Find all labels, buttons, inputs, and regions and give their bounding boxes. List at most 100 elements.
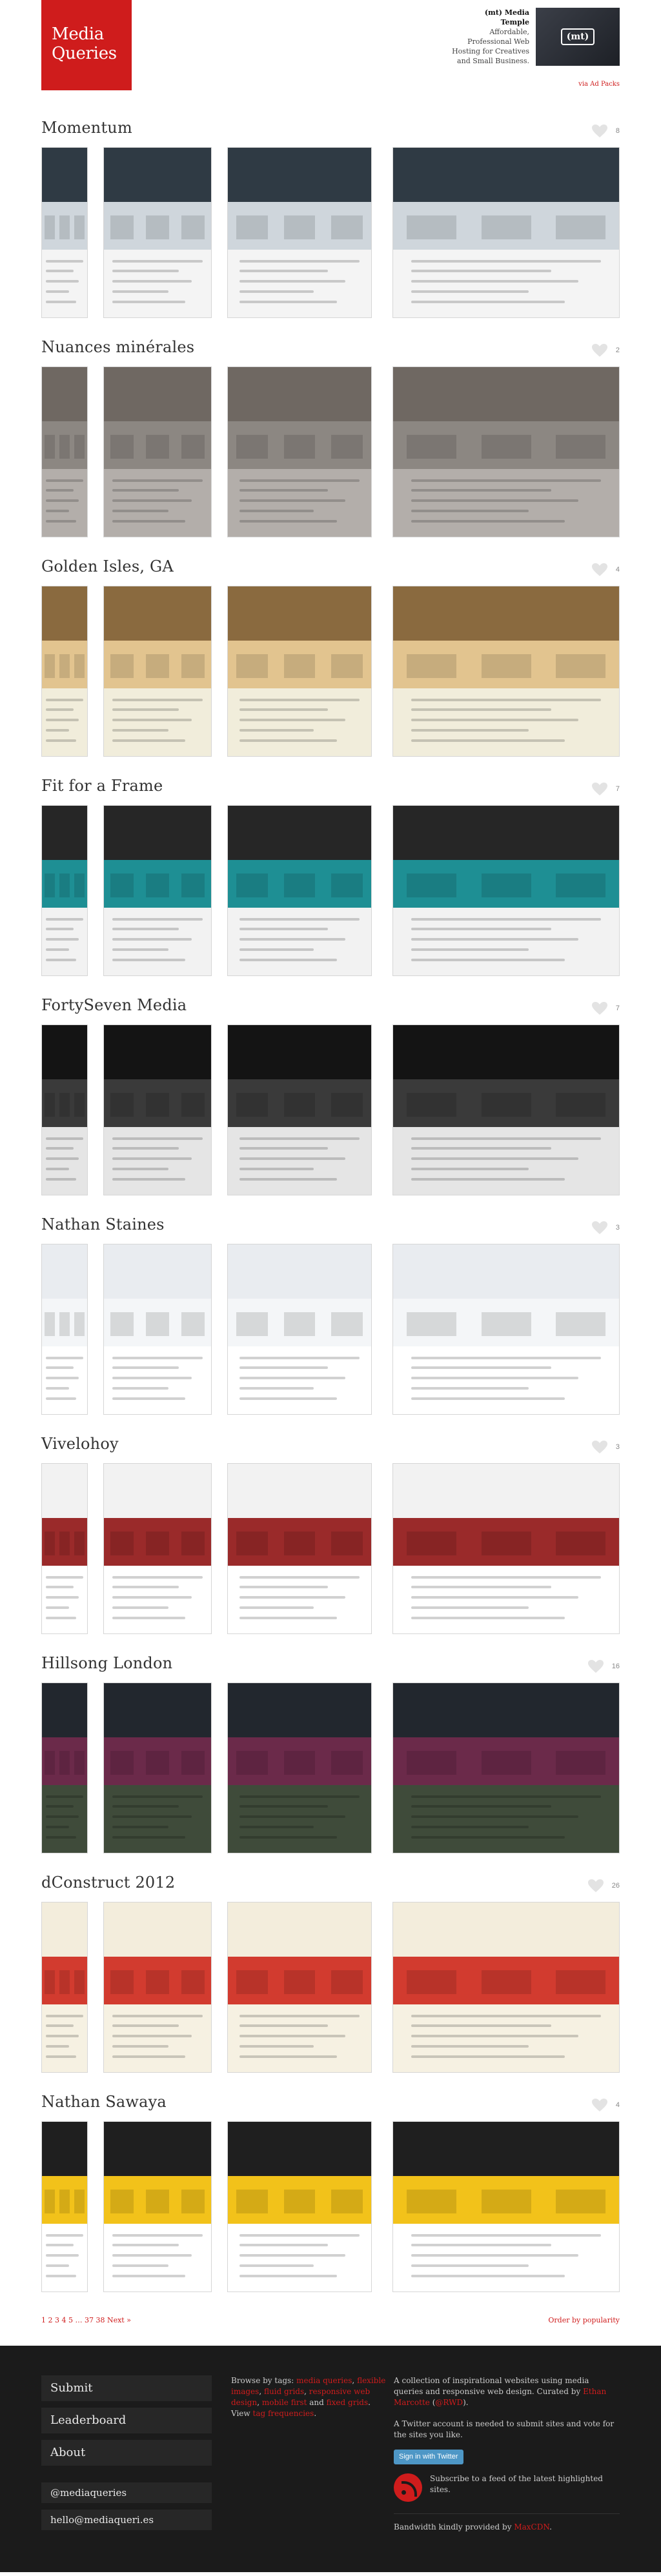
phone-screenshot[interactable] bbox=[41, 1024, 88, 1195]
like-counter[interactable]: 8 bbox=[591, 124, 620, 138]
like-counter[interactable]: 7 bbox=[591, 782, 620, 796]
screenshot-block bbox=[407, 435, 456, 459]
tablet-landscape-screenshot[interactable] bbox=[227, 1682, 372, 1853]
like-count: 4 bbox=[615, 566, 620, 574]
like-counter[interactable]: 7 bbox=[591, 1001, 620, 1015]
email-link[interactable]: hello@mediaqueri.es bbox=[41, 2510, 212, 2530]
tablet-landscape-screenshot[interactable] bbox=[227, 1244, 372, 1415]
site-title-link[interactable]: Nathan Staines bbox=[41, 1215, 165, 1233]
tablet-landscape-screenshot[interactable] bbox=[227, 1463, 372, 1634]
like-counter[interactable]: 3 bbox=[591, 1221, 620, 1235]
screenshot-text-line bbox=[239, 479, 360, 482]
tablet-landscape-screenshot[interactable] bbox=[227, 147, 372, 318]
ad-image[interactable]: (mt) bbox=[536, 8, 620, 66]
screenshot-text-line bbox=[239, 2233, 360, 2237]
tablet-landscape-screenshot[interactable] bbox=[227, 805, 372, 976]
heart-icon[interactable] bbox=[591, 563, 608, 577]
page-links[interactable]: 1 2 3 4 5 … 37 38 Next » bbox=[41, 2316, 131, 2324]
tablet-landscape-screenshot[interactable] bbox=[227, 1024, 372, 1195]
site-title-link[interactable]: Nathan Sawaya bbox=[41, 2093, 167, 2111]
desktop-screenshot[interactable] bbox=[392, 1902, 620, 2073]
nav-about[interactable]: About bbox=[41, 2440, 212, 2466]
heart-icon[interactable] bbox=[591, 782, 608, 796]
screenshot-text-line bbox=[112, 1397, 186, 1400]
site-title-link[interactable]: Momentum bbox=[41, 119, 132, 137]
phone-screenshot[interactable] bbox=[41, 2121, 88, 2292]
desktop-screenshot[interactable] bbox=[392, 366, 620, 537]
order-by-popularity-link[interactable]: Order by popularity bbox=[548, 2316, 620, 2324]
heart-icon[interactable] bbox=[591, 343, 608, 357]
tablet-landscape-screenshot[interactable] bbox=[227, 1902, 372, 2073]
tablet-portrait-screenshot[interactable] bbox=[103, 586, 212, 757]
tag-link[interactable]: fixed grids bbox=[327, 2398, 368, 2407]
heart-icon[interactable] bbox=[591, 1001, 608, 1015]
desktop-screenshot[interactable] bbox=[392, 1682, 620, 1853]
desktop-screenshot[interactable] bbox=[392, 2121, 620, 2292]
logo[interactable]: Media Queries bbox=[41, 0, 132, 90]
twitter-handle-link[interactable]: @mediaqueries bbox=[41, 2482, 212, 2503]
tablet-portrait-screenshot[interactable] bbox=[103, 366, 212, 537]
site-title-link[interactable]: Nuances minérales bbox=[41, 338, 194, 356]
tablet-portrait-screenshot[interactable] bbox=[103, 2121, 212, 2292]
site-title-link[interactable]: Hillsong London bbox=[41, 1654, 172, 1672]
phone-screenshot[interactable] bbox=[41, 1682, 88, 1853]
phone-screenshot[interactable] bbox=[41, 366, 88, 537]
tablet-landscape-screenshot[interactable] bbox=[227, 586, 372, 757]
nav-submit[interactable]: Submit bbox=[41, 2375, 212, 2401]
phone-screenshot[interactable] bbox=[41, 1902, 88, 2073]
phone-screenshot[interactable] bbox=[41, 805, 88, 976]
like-counter[interactable]: 2 bbox=[591, 343, 620, 357]
site-title-link[interactable]: dConstruct 2012 bbox=[41, 1873, 175, 1892]
nav-leaderboard[interactable]: Leaderboard bbox=[41, 2408, 212, 2433]
screenshot-block bbox=[181, 435, 205, 459]
site-title-link[interactable]: Vivelohoy bbox=[41, 1435, 119, 1453]
tablet-landscape-screenshot[interactable] bbox=[227, 2121, 372, 2292]
like-counter[interactable]: 3 bbox=[591, 1440, 620, 1454]
tag-link[interactable]: media queries bbox=[296, 2376, 352, 2385]
heart-icon[interactable] bbox=[591, 2098, 608, 2112]
tablet-portrait-screenshot[interactable] bbox=[103, 1244, 212, 1415]
phone-screenshot[interactable] bbox=[41, 1244, 88, 1415]
tablet-portrait-screenshot[interactable] bbox=[103, 1024, 212, 1195]
sponsor-ad[interactable]: (mt) Media Temple Affordable, Profession… bbox=[413, 8, 620, 88]
desktop-screenshot[interactable] bbox=[392, 1024, 620, 1195]
like-counter[interactable]: 16 bbox=[587, 1659, 620, 1673]
site-title-link[interactable]: Golden Isles, GA bbox=[41, 557, 174, 575]
heart-icon[interactable] bbox=[591, 1221, 608, 1235]
desktop-screenshot[interactable] bbox=[392, 1244, 620, 1415]
tablet-portrait-screenshot[interactable] bbox=[103, 1902, 212, 2073]
like-counter[interactable]: 26 bbox=[587, 1879, 620, 1893]
desktop-screenshot[interactable] bbox=[392, 805, 620, 976]
tablet-portrait-screenshot[interactable] bbox=[103, 1682, 212, 1853]
tablet-landscape-screenshot[interactable] bbox=[227, 366, 372, 537]
rss-icon[interactable] bbox=[394, 2473, 422, 2502]
tag-frequencies-link[interactable]: tag frequencies bbox=[253, 2409, 314, 2418]
phone-screenshot[interactable] bbox=[41, 586, 88, 757]
desktop-screenshot[interactable] bbox=[392, 147, 620, 318]
heart-icon[interactable] bbox=[591, 124, 608, 138]
heart-icon[interactable] bbox=[591, 1440, 608, 1454]
phone-screenshot[interactable] bbox=[41, 147, 88, 318]
site-title-link[interactable]: Fit for a Frame bbox=[41, 777, 163, 795]
phone-screenshot[interactable] bbox=[41, 1463, 88, 1634]
desktop-screenshot[interactable] bbox=[392, 1463, 620, 1634]
desktop-screenshot[interactable] bbox=[392, 586, 620, 757]
site-title-link[interactable]: FortySeven Media bbox=[41, 996, 187, 1014]
heart-icon[interactable] bbox=[587, 1879, 604, 1893]
tablet-portrait-screenshot[interactable] bbox=[103, 805, 212, 976]
bandwidth-host-link[interactable]: MaxCDN bbox=[514, 2522, 549, 2531]
like-counter[interactable]: 4 bbox=[591, 563, 620, 577]
like-counter[interactable]: 4 bbox=[591, 2098, 620, 2112]
heart-icon[interactable] bbox=[587, 1659, 604, 1673]
rss-subscribe[interactable]: Subscribe to a feed of the latest highli… bbox=[394, 2473, 620, 2502]
ad-packs-link[interactable]: via Ad Packs bbox=[578, 81, 620, 88]
tablet-portrait-screenshot[interactable] bbox=[103, 1463, 212, 1634]
site-entry: Momentum 8 bbox=[0, 115, 661, 334]
curator-handle-link[interactable]: @RWD bbox=[435, 2398, 463, 2407]
twitter-signin-button[interactable]: Sign in with Twitter bbox=[394, 2450, 463, 2464]
screenshot-text-line bbox=[239, 1366, 329, 1370]
tag-link[interactable]: fluid grids bbox=[264, 2387, 304, 2396]
screenshot-text-line bbox=[112, 938, 192, 941]
tag-link[interactable]: mobile first bbox=[262, 2398, 307, 2407]
tablet-portrait-screenshot[interactable] bbox=[103, 147, 212, 318]
